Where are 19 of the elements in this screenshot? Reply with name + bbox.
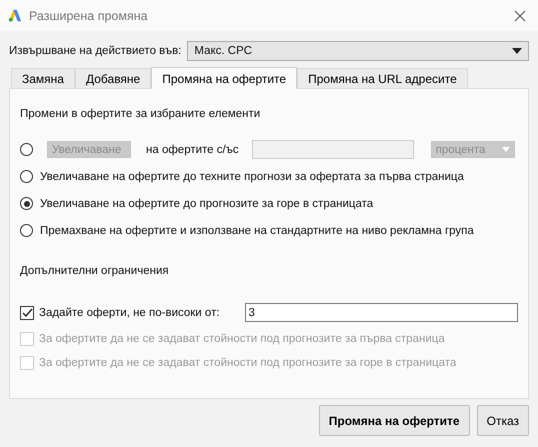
- tab[interactable]: Замяна: [11, 68, 75, 88]
- section-title: Допълнителни ограничения: [20, 265, 169, 277]
- option-label: Премахване на офертите и използване на стандартните на ниво рекламна група: [40, 224, 474, 236]
- checkbox-label: За офертите да не се задават стойности под прогнозите за горе в страницата: [39, 357, 456, 369]
- option-label: Увеличаване на офертите до техните прогнози за офертата за първа страница: [40, 170, 464, 182]
- tab[interactable]: Промяна на офертите: [151, 67, 298, 89]
- option-label: Увеличаване на офертите до прогнозите за горе в страницата: [40, 198, 374, 210]
- max-bid-field[interactable]: 3: [244, 303, 518, 322]
- checkbox-label: За офертите да не се задават стойности под прогнозите за първа страница: [39, 333, 445, 345]
- action-label: Извършване на действието във:: [9, 45, 182, 57]
- section-title: Промени в офертите за избраните елементи: [20, 108, 260, 120]
- tab[interactable]: Промяна на URL адресите: [297, 68, 468, 88]
- dialog-button[interactable]: Отказ: [476, 405, 529, 436]
- option-label: на офертите с/ъс: [146, 144, 239, 156]
- window-title: Разширена промяна: [29, 8, 149, 22]
- action-dropdown[interactable]: Макс. CPC: [187, 41, 529, 61]
- checkbox-label: Задайте оферти, не по-високи от:: [39, 306, 220, 318]
- dialog-button[interactable]: Промяна на офертите: [318, 405, 470, 436]
- tab[interactable]: Добавяне: [74, 68, 152, 88]
